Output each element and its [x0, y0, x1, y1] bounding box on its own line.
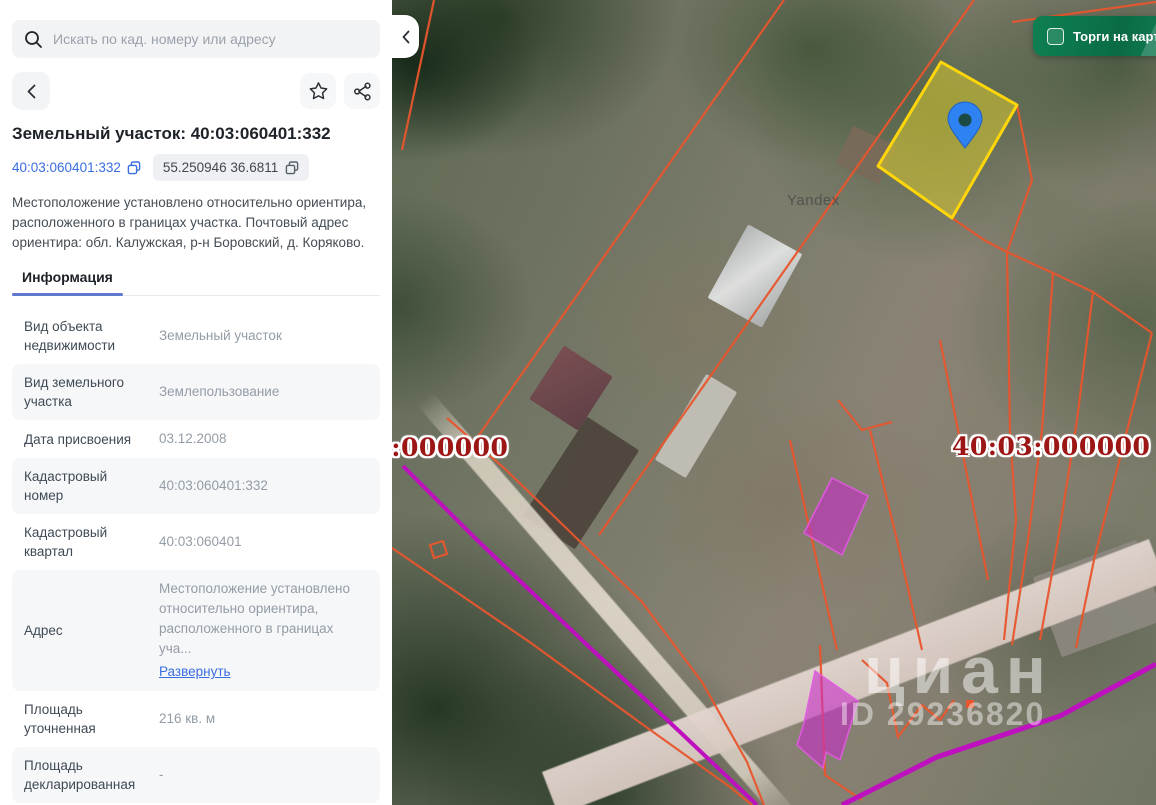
info-row-label: Площадь декларированная [24, 758, 136, 792]
info-row: Адрес Местоположение установлено относите… [12, 570, 380, 691]
map-canvas[interactable]: 40:03:000000 40:03:000000 Yandex циан ID… [392, 0, 1156, 805]
search-bar[interactable] [12, 20, 380, 58]
coordinates-chip: 55.250946 36.6811 [152, 154, 310, 181]
actions-row [12, 72, 380, 110]
share-button[interactable] [344, 73, 380, 109]
info-row: Вид объекта недвижимости Земельный участо… [12, 308, 380, 364]
info-row-value: 40:03:060401:332 [159, 478, 268, 493]
info-row-value: Землепользование [159, 384, 280, 399]
info-row-label: Вид объекта недвижимости [24, 319, 116, 353]
info-row-label: Кадастровый квартал [24, 525, 108, 559]
info-row-label: Площадь уточненная [24, 702, 96, 736]
collapse-sidebar-button[interactable] [392, 15, 419, 58]
info-table: Вид объекта недвижимости Земельный участо… [0, 308, 392, 805]
back-button[interactable] [12, 72, 50, 110]
tab-active-underline [12, 293, 123, 296]
copy-icon[interactable] [285, 160, 299, 175]
cadastral-number-link[interactable]: 40:03:060401:332 [12, 160, 141, 175]
info-row: Вид земельного участка Землепользование [12, 364, 380, 420]
share-icon [353, 82, 372, 101]
sidebar-panel: Земельный участок: 40:03:060401:332 40:0… [0, 0, 392, 805]
star-icon [308, 81, 329, 101]
info-row-value: 216 кв. м [159, 711, 216, 726]
quarter-label: 40:03:000000 [392, 433, 509, 462]
info-row: Дата присвоения 03.12.2008 [12, 420, 380, 458]
info-row-label: Кадастровый номер [24, 469, 108, 503]
auctions-toggle[interactable]: Торги на карте [1033, 16, 1156, 56]
info-row: Площадь декларированная - [12, 747, 380, 803]
info-row-value: Земельный участок [159, 328, 282, 343]
info-row-label: Вид земельного участка [24, 375, 125, 409]
search-icon [24, 30, 43, 49]
cadastral-number-text: 40:03:060401:332 [12, 160, 121, 175]
info-row-value: - [159, 767, 164, 782]
copy-icon[interactable] [127, 160, 141, 175]
tab-label: Информация [22, 269, 113, 285]
info-row-value: 40:03:060401 [159, 534, 242, 549]
yandex-watermark: Yandex [787, 192, 840, 209]
info-row-value: 03.12.2008 [159, 431, 227, 446]
toggle-label: Торги на карте [1073, 28, 1156, 44]
info-row: Площадь уточненная 216 кв. м [12, 691, 380, 747]
info-row-label: Дата присвоения [24, 431, 132, 447]
toggle-checkbox[interactable] [1047, 27, 1064, 45]
chips-row: 40:03:060401:332 55.250946 36.6811 [12, 154, 380, 181]
info-row: Кадастровый номер 40:03:060401:332 [12, 458, 380, 514]
page-title: Земельный участок: 40:03:060401:332 [12, 124, 331, 143]
app-window: Земельный участок: 40:03:060401:332 40:0… [0, 0, 1156, 805]
info-row: Кадастровый квартал 40:03:060401 [12, 514, 380, 570]
favorite-button[interactable] [300, 73, 336, 109]
coordinates-text: 55.250946 36.6811 [162, 160, 279, 175]
back-chevron-icon [27, 84, 36, 99]
selected-parcel[interactable] [876, 60, 1019, 220]
location-description: Местоположение установлено относительно … [12, 195, 367, 250]
tab-bar: Информация [12, 269, 380, 296]
chevron-left-icon [402, 30, 410, 44]
expand-address-link[interactable]: Развернуть [159, 662, 231, 682]
listing-id-watermark: ID 29236820 [840, 696, 1046, 732]
quarter-label: 40:03:000000 [952, 432, 1151, 461]
search-input[interactable] [53, 31, 368, 47]
info-row-value: Местоположение установлено относительно … [159, 579, 368, 682]
tab-information[interactable]: Информация [12, 269, 123, 296]
info-row-label: Адрес [24, 623, 63, 638]
